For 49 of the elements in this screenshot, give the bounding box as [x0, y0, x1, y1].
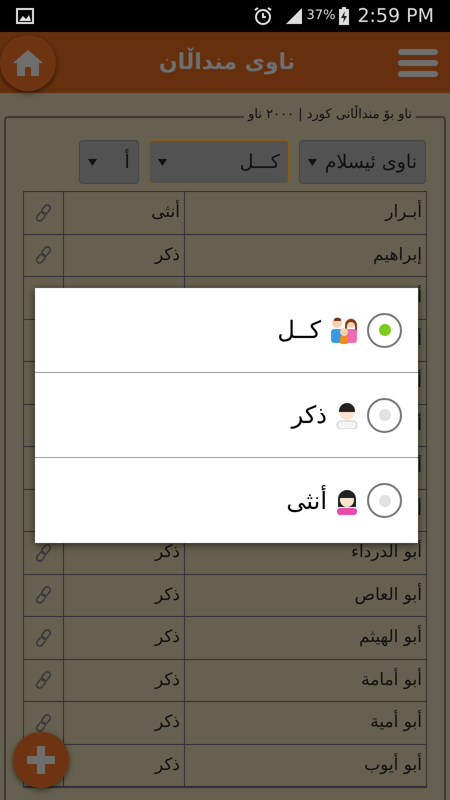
- option-label: أنثى: [286, 484, 327, 516]
- plus-icon: [25, 744, 57, 776]
- gender-cell-text: ذكر: [154, 711, 180, 734]
- gender-cell-text: ذكر: [154, 244, 180, 266]
- name-cell-text: أبو أمية: [370, 710, 422, 734]
- radio-button[interactable]: [367, 398, 402, 432]
- gender-option[interactable]: أنثى: [35, 458, 418, 543]
- name-cell-text: أ: [417, 412, 422, 436]
- gender-cell-text: ذكر: [154, 668, 180, 692]
- name-cell-text: أبو الهيثم: [359, 625, 422, 649]
- name-cell-text: أبو أيوب: [364, 752, 422, 776]
- option-label: کــل: [277, 315, 321, 346]
- link-icon[interactable]: [34, 542, 54, 563]
- name-cell-text: أبـرار: [385, 200, 422, 224]
- radio-button[interactable]: [367, 483, 402, 518]
- caret-icon: [308, 158, 317, 166]
- name-cell-text: أ: [417, 328, 422, 352]
- panel-legend: ناو بۆ منداڵانی کورد | ٢٠٠٠ ناو: [244, 105, 416, 124]
- alarm-icon: [252, 6, 273, 26]
- gender-cell-text: ذكر: [154, 584, 180, 606]
- family-icon: [329, 316, 359, 344]
- name-cell-text: إبراهيم: [373, 244, 422, 266]
- radio-button[interactable]: [367, 312, 402, 348]
- gender-option[interactable]: کــل: [35, 288, 418, 373]
- battery-percentage: 37%: [306, 7, 336, 26]
- gender-cell-text: ذكر: [154, 754, 180, 776]
- app-title: ناوی منداڵان: [158, 46, 296, 79]
- clock: 2:59 PM: [357, 4, 434, 29]
- name-cell-text: أبو العاص: [354, 582, 422, 606]
- caret-icon: [158, 158, 167, 166]
- signal-icon: [284, 7, 303, 25]
- option-label: ذکر: [292, 400, 327, 431]
- boy-icon: [335, 401, 359, 429]
- image-icon: [16, 8, 34, 24]
- name-cell-text: أ: [417, 370, 422, 394]
- add-button[interactable]: [13, 732, 69, 788]
- home-icon: [12, 48, 44, 76]
- gender-option[interactable]: ذکر: [35, 373, 418, 458]
- battery-icon: [339, 7, 350, 25]
- name-cell-text: أ: [417, 455, 422, 479]
- name-cell-text: أ: [417, 498, 422, 522]
- home-button[interactable]: [0, 34, 56, 90]
- gender-cell-text: ذكر: [154, 541, 180, 564]
- caret-icon: [88, 158, 97, 166]
- name-cell-text: أبو أمامة: [361, 668, 422, 692]
- gender-cell-text: أنثى: [151, 200, 180, 224]
- name-cell-text: أبو الدرداء: [351, 540, 422, 564]
- name-cell-text: أ: [417, 285, 422, 309]
- gender-cell-text: ذكر: [154, 626, 180, 649]
